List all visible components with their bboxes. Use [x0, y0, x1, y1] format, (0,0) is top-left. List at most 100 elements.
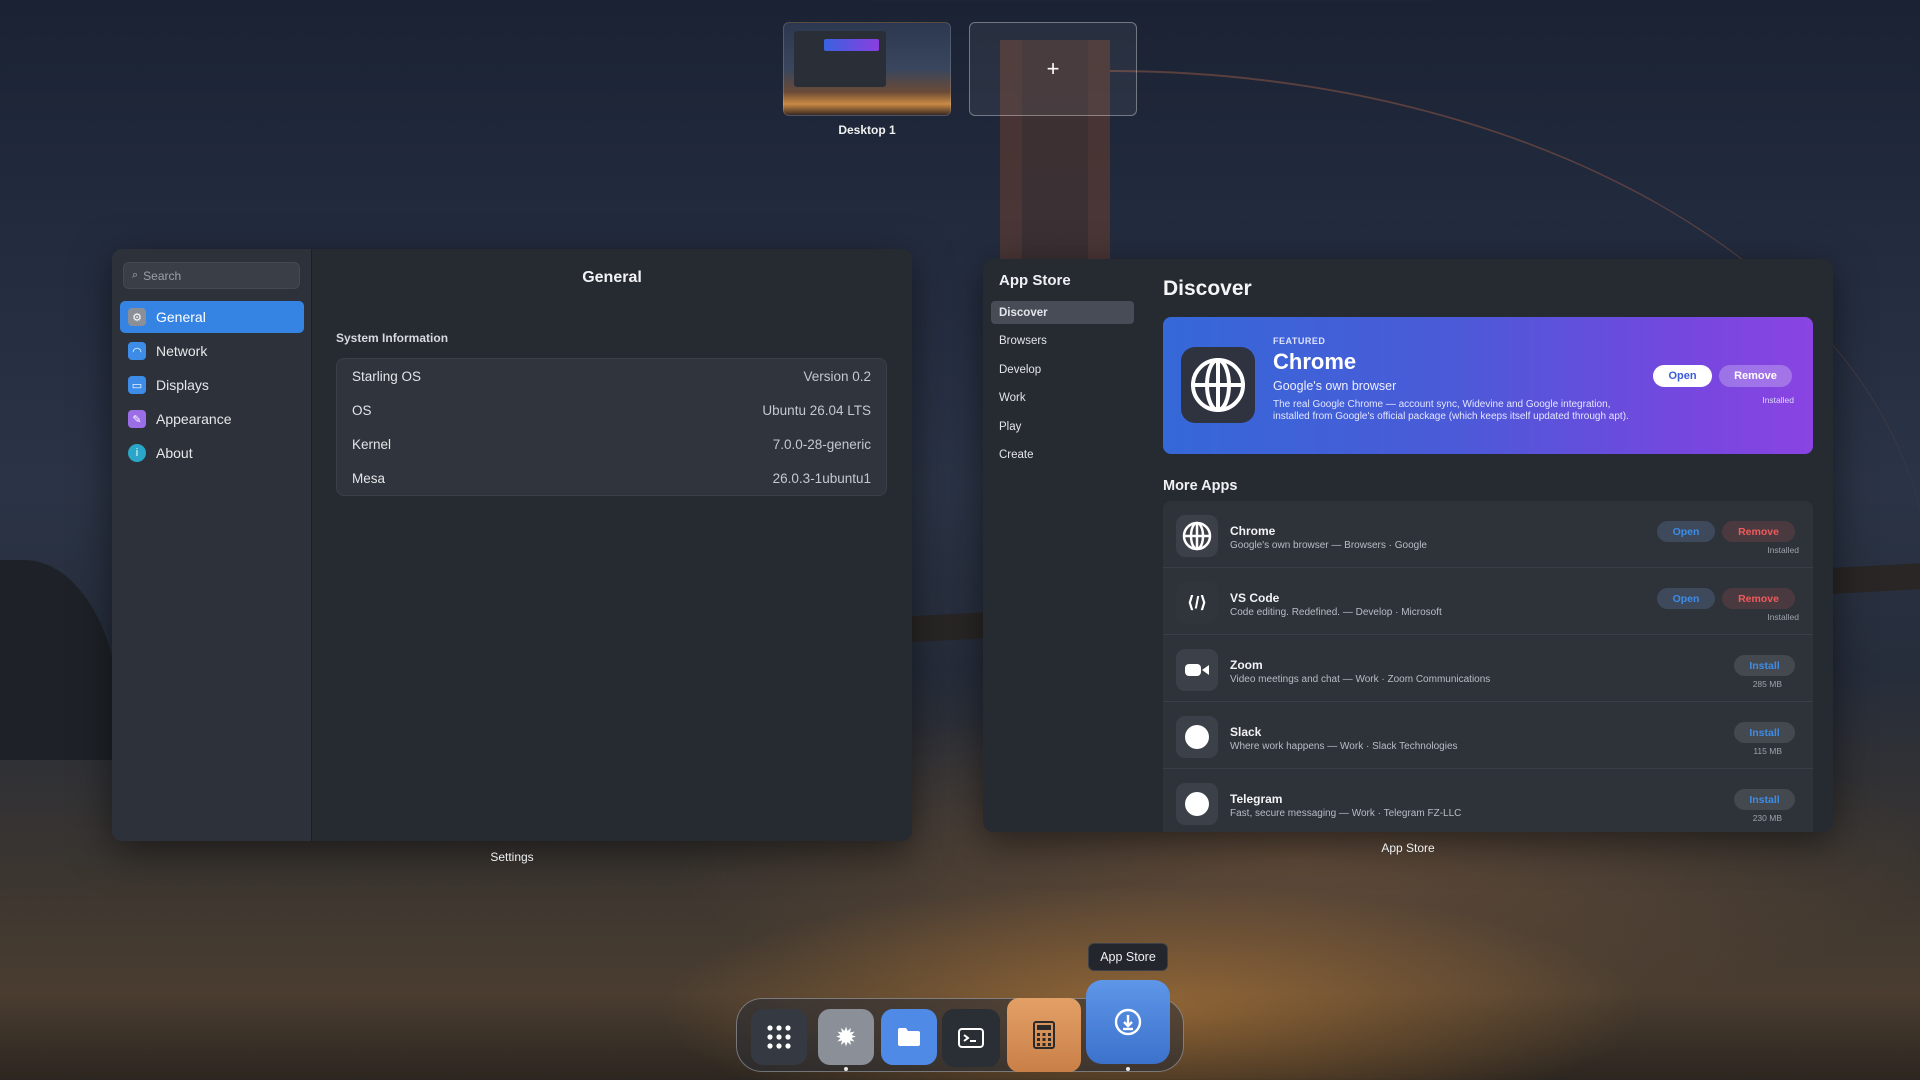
circle-icon	[1176, 716, 1218, 758]
settings-main: General System Information Starling OS V…	[312, 249, 912, 841]
info-value: Ubuntu 26.04 LTS	[762, 402, 871, 418]
featured-app-subtitle: Google's own browser	[1273, 379, 1397, 393]
store-nav-discover[interactable]: Discover	[991, 301, 1134, 324]
list-item[interactable]: Chrome Google's own browser — Browsers ·…	[1163, 501, 1813, 568]
featured-remove-button[interactable]: Remove	[1719, 365, 1792, 387]
sidebar-item-network[interactable]: ◠ Network	[120, 335, 304, 367]
app-grid-icon[interactable]	[751, 1009, 807, 1065]
install-button[interactable]: Install	[1734, 655, 1795, 676]
featured-status: Installed	[1762, 395, 1794, 405]
store-app-title: App Store	[999, 272, 1071, 289]
info-label: Starling OS	[352, 368, 422, 384]
info-value: Version 0.2	[803, 368, 871, 384]
search-icon: ⌕	[132, 269, 139, 281]
app-description: Code editing. Redefined. — Develop · Mic…	[1230, 607, 1442, 618]
sidebar-item-label: Appearance	[156, 411, 232, 427]
store-nav-develop[interactable]: Develop	[991, 358, 1134, 381]
settings-icon[interactable]: ✹	[818, 1009, 874, 1065]
more-apps-title: More Apps	[1163, 478, 1238, 494]
app-size: 115 MB	[1753, 746, 1782, 756]
info-value: 7.0.0-28-generic	[772, 436, 871, 452]
brush-icon: ✎	[128, 410, 146, 428]
workspace-label: Desktop 1	[838, 123, 896, 137]
remove-button[interactable]: Remove	[1722, 521, 1795, 542]
info-value: 26.0.3-1ubuntu1	[772, 470, 871, 486]
app-description: Video meetings and chat — Work · Zoom Co…	[1230, 674, 1491, 685]
featured-app-name: Chrome	[1273, 349, 1357, 374]
featured-tag: FEATURED	[1273, 336, 1326, 346]
workspace-mini-banner	[824, 39, 879, 51]
app-name: VS Code	[1230, 591, 1280, 605]
page-title: Discover	[1163, 277, 1252, 300]
store-nav-play[interactable]: Play	[991, 415, 1134, 438]
monitor-icon: ▭	[128, 376, 146, 394]
circle-icon	[1176, 783, 1218, 825]
more-apps-list: Chrome Google's own browser — Browsers ·…	[1163, 501, 1813, 832]
app-name: Chrome	[1230, 524, 1276, 538]
sidebar-item-label: General	[156, 309, 206, 325]
app-status: Installed	[1767, 612, 1799, 622]
app-size: 285 MB	[1752, 679, 1782, 689]
sidebar-item-label: About	[156, 445, 193, 461]
info-row: Mesa 26.0.3-1ubuntu1	[337, 461, 886, 495]
settings-window-caption: Settings	[490, 850, 534, 864]
remove-button[interactable]: Remove	[1722, 588, 1795, 609]
app-description: Fast, secure messaging — Work · Telegram…	[1230, 808, 1462, 819]
app-name: Slack	[1230, 725, 1262, 739]
add-workspace-button[interactable]: +	[969, 22, 1137, 116]
page-title: General	[582, 269, 642, 286]
workspace-thumbnail-desktop-1[interactable]	[783, 22, 951, 116]
install-button[interactable]: Install	[1734, 722, 1795, 743]
app-size: 230 MB	[1752, 813, 1782, 823]
app-name: Telegram	[1230, 792, 1283, 806]
settings-search-input[interactable]: ⌕ Search	[123, 262, 300, 289]
terminal-icon[interactable]	[942, 1009, 1000, 1067]
store-nav-create[interactable]: Create	[991, 444, 1134, 467]
files-icon[interactable]	[881, 1009, 937, 1065]
app-store-window-caption: App Store	[1381, 841, 1435, 855]
info-label: OS	[352, 402, 372, 418]
settings-window[interactable]: ⌕ Search ⚙ General ◠ Network ▭ Displays …	[112, 249, 912, 841]
list-item[interactable]: ⟨/⟩ VS Code Code editing. Redefined. — D…	[1163, 568, 1813, 635]
gear-icon: ⚙	[128, 308, 146, 326]
list-item[interactable]: Zoom Video meetings and chat — Work · Zo…	[1163, 635, 1813, 702]
info-icon: i	[128, 444, 146, 462]
sidebar-item-about[interactable]: i About	[120, 437, 304, 469]
list-item[interactable]: Telegram Fast, secure messaging — Work ·…	[1163, 769, 1813, 832]
store-nav-browsers[interactable]: Browsers	[991, 330, 1134, 353]
video-camera-icon	[1176, 649, 1218, 691]
app-description: Google's own browser — Browsers · Google	[1230, 540, 1427, 551]
app-description: Where work happens — Work · Slack Techno…	[1230, 741, 1458, 752]
sidebar-item-appearance[interactable]: ✎ Appearance	[120, 403, 304, 435]
info-row: OS Ubuntu 26.04 LTS	[337, 393, 886, 427]
app-store-icon[interactable]	[1086, 980, 1170, 1064]
featured-app-description: The real Google Chrome — account sync, W…	[1273, 399, 1629, 422]
globe-icon	[1181, 347, 1255, 423]
store-nav-work[interactable]: Work	[991, 387, 1134, 410]
running-indicator	[844, 1067, 848, 1071]
sidebar-item-label: Network	[156, 343, 208, 359]
sidebar-item-label: Displays	[156, 377, 209, 393]
wifi-icon: ◠	[128, 342, 146, 360]
open-button[interactable]: Open	[1657, 521, 1715, 542]
info-label: Kernel	[352, 436, 392, 452]
install-button[interactable]: Install	[1734, 789, 1795, 810]
sidebar-item-displays[interactable]: ▭ Displays	[120, 369, 304, 401]
app-store-window[interactable]: App Store Discover Browsers Develop Work…	[983, 259, 1833, 832]
section-title: System Information	[336, 331, 449, 345]
calculator-icon[interactable]	[1007, 998, 1081, 1072]
featured-banner[interactable]: FEATURED Chrome Google's own browser The…	[1163, 317, 1813, 454]
featured-open-button[interactable]: Open	[1653, 365, 1712, 387]
store-sidebar: App Store Discover Browsers Develop Work…	[983, 259, 1140, 832]
info-row: Starling OS Version 0.2	[337, 359, 886, 393]
globe-icon	[1176, 515, 1218, 557]
list-item[interactable]: Slack Where work happens — Work · Slack …	[1163, 702, 1813, 769]
settings-nav: ⚙ General ◠ Network ▭ Displays ✎ Appeara…	[120, 301, 304, 471]
open-button[interactable]: Open	[1657, 588, 1715, 609]
settings-sidebar: ⌕ Search ⚙ General ◠ Network ▭ Displays …	[112, 249, 312, 841]
wallpaper-hill	[0, 560, 120, 760]
sidebar-item-general[interactable]: ⚙ General	[120, 301, 304, 333]
app-status: Installed	[1767, 545, 1799, 555]
info-row: Kernel 7.0.0-28-generic	[337, 427, 886, 461]
system-info-card: Starling OS Version 0.2 OS Ubuntu 26.04 …	[336, 358, 887, 496]
